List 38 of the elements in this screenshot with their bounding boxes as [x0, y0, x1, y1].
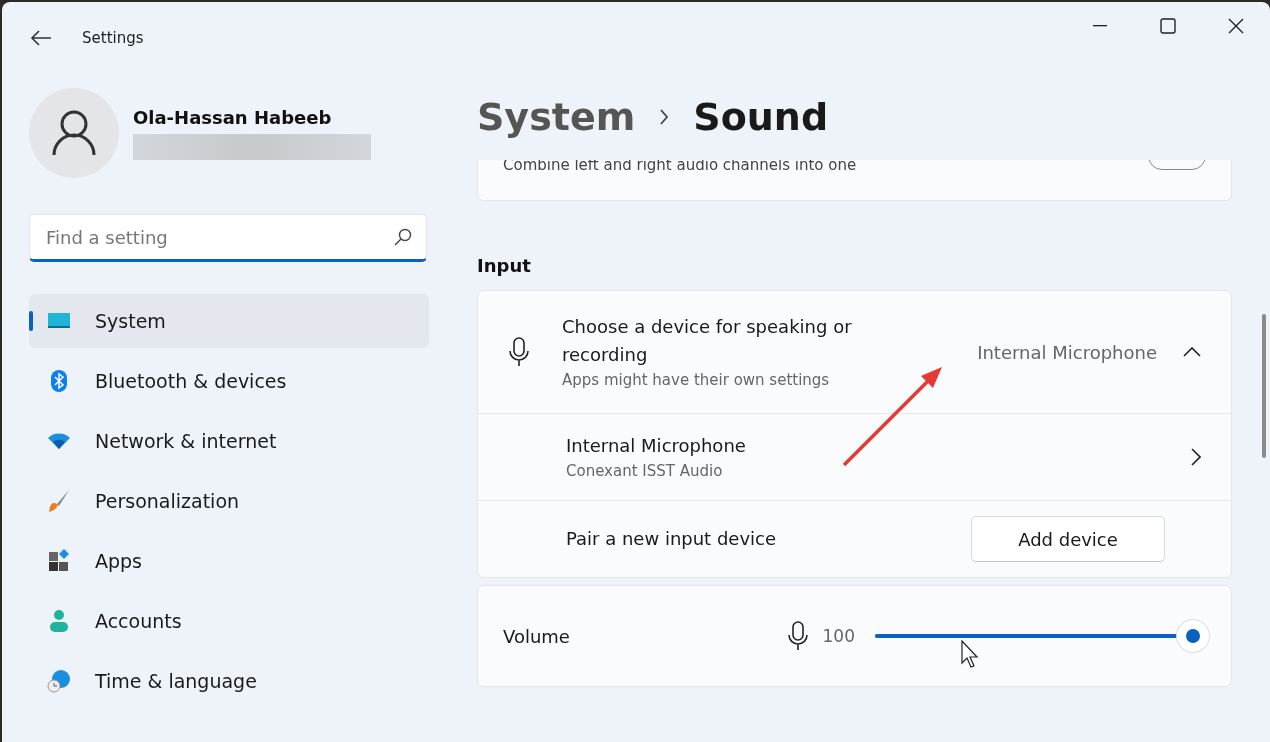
globe-clock-icon: [47, 669, 71, 693]
add-device-button[interactable]: Add device: [971, 516, 1165, 562]
minimize-icon: [1093, 25, 1107, 27]
sidebar-item[interactable]: Personalization: [29, 474, 429, 528]
microphone-icon: [786, 621, 809, 651]
chevron-right-icon: [659, 109, 670, 125]
selection-indicator: [29, 311, 33, 331]
device-name[interactable]: Internal Microphone: [566, 432, 906, 460]
profile-name: Ola-Hassan Habeeb: [133, 106, 333, 128]
selected-device-value: Internal Microphone: [977, 341, 1157, 363]
sidebar-item[interactable]: Accounts: [29, 594, 429, 648]
maximize-icon: [1160, 18, 1176, 34]
close-icon: [1228, 18, 1244, 34]
setting-description: Apps might have their own settings: [562, 370, 831, 391]
breadcrumb-parent[interactable]: System: [477, 95, 636, 139]
microphone-icon: [508, 337, 530, 367]
page-title: Sound: [693, 95, 829, 139]
search-input[interactable]: Find a setting: [44, 225, 394, 249]
setting-title: Pair a new input device: [566, 527, 778, 551]
mouse-pointer-icon: [961, 640, 981, 668]
slider-thumb[interactable]: [1177, 620, 1209, 652]
device-detail: Conexant ISST Audio: [566, 461, 724, 482]
search-icon: [394, 228, 412, 246]
sidebar-item[interactable]: Apps: [29, 534, 429, 588]
person-icon: [47, 609, 71, 633]
volume-slider[interactable]: [875, 620, 1209, 652]
section-heading: Input: [477, 255, 532, 276]
volume-label: Volume: [503, 625, 571, 647]
window-title: Settings: [82, 29, 144, 47]
scrollbar[interactable]: [1262, 314, 1266, 458]
sidebar-item[interactable]: Bluetooth & devices: [29, 354, 429, 408]
volume-reading: 100: [822, 626, 855, 646]
search-box[interactable]: Find a setting: [29, 214, 427, 262]
apps-icon: [47, 549, 71, 573]
sidebar-item[interactable]: Time & language: [29, 654, 429, 708]
sidebar-item[interactable]: Network & internet: [29, 414, 429, 468]
setting-title: Choose a device for speaking or recording: [562, 315, 853, 367]
sidebar-item[interactable]: System: [29, 294, 429, 348]
